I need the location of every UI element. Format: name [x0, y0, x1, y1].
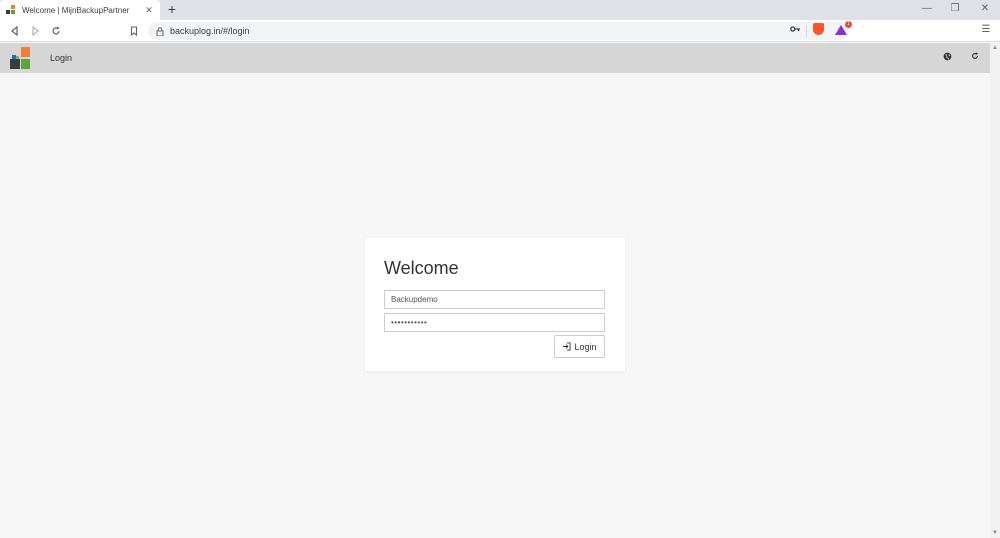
- browser-menu-icon[interactable]: ☰: [978, 21, 994, 37]
- reload-icon: [52, 26, 60, 35]
- globe-icon: [943, 52, 951, 61]
- rewards-badge: 1: [845, 20, 852, 28]
- language-button[interactable]: [941, 52, 953, 64]
- login-button-label: Login: [574, 341, 597, 352]
- site-favicon-icon: [6, 5, 16, 15]
- scroll-up-icon[interactable]: ▲: [990, 43, 1000, 53]
- browser-toolbar: backuplog.in/#/login 1 ☰: [0, 20, 1000, 42]
- scroll-down-icon[interactable]: ▼: [990, 528, 1000, 538]
- login-title: Welcome: [384, 258, 459, 278]
- close-window-button[interactable]: ✕: [978, 3, 992, 15]
- browser-tabstrip: Welcome | MijnBackupPartner ✕ + — ❐ ✕: [0, 0, 1000, 20]
- brave-rewards-button[interactable]: 1: [833, 20, 852, 37]
- key-icon: [789, 26, 800, 32]
- bookmark-button[interactable]: [127, 24, 141, 38]
- forward-icon: [32, 26, 39, 36]
- minimize-button[interactable]: —: [920, 3, 934, 15]
- back-button[interactable]: [8, 24, 22, 38]
- url-text: backuplog.in/#/login: [170, 26, 250, 36]
- address-bar[interactable]: backuplog.in/#/login: [148, 22, 848, 40]
- refresh-button[interactable]: [969, 52, 981, 64]
- back-icon: [11, 26, 18, 36]
- app-header: Login: [0, 43, 990, 73]
- nav-login-link[interactable]: Login: [50, 53, 72, 63]
- tab-title: Welcome | MijnBackupPartner: [22, 5, 130, 15]
- browser-tab[interactable]: Welcome | MijnBackupPartner ✕: [0, 0, 160, 20]
- reload-button[interactable]: [49, 24, 63, 38]
- brave-shield-icon: [812, 23, 824, 35]
- username-input[interactable]: [384, 290, 605, 309]
- new-tab-button[interactable]: +: [165, 2, 179, 16]
- restore-button[interactable]: ❐: [948, 3, 962, 15]
- sign-in-icon: [563, 342, 572, 351]
- refresh-icon: [972, 52, 979, 59]
- login-button[interactable]: Login: [554, 335, 605, 358]
- lock-icon: [156, 26, 164, 36]
- brave-shields-button[interactable]: [810, 21, 826, 37]
- toolbar-separator: [806, 25, 807, 37]
- app-logo[interactable]: [10, 47, 31, 69]
- tab-close-icon[interactable]: ✕: [144, 5, 154, 16]
- password-key-button[interactable]: [787, 21, 803, 37]
- bookmark-icon: [130, 26, 138, 36]
- forward-button[interactable]: [28, 24, 42, 38]
- password-input[interactable]: [384, 313, 605, 332]
- page-scrollbar[interactable]: ▲ ▼: [990, 43, 1000, 538]
- rewards-icon: 1: [835, 20, 852, 35]
- login-card: Welcome Login: [365, 238, 625, 371]
